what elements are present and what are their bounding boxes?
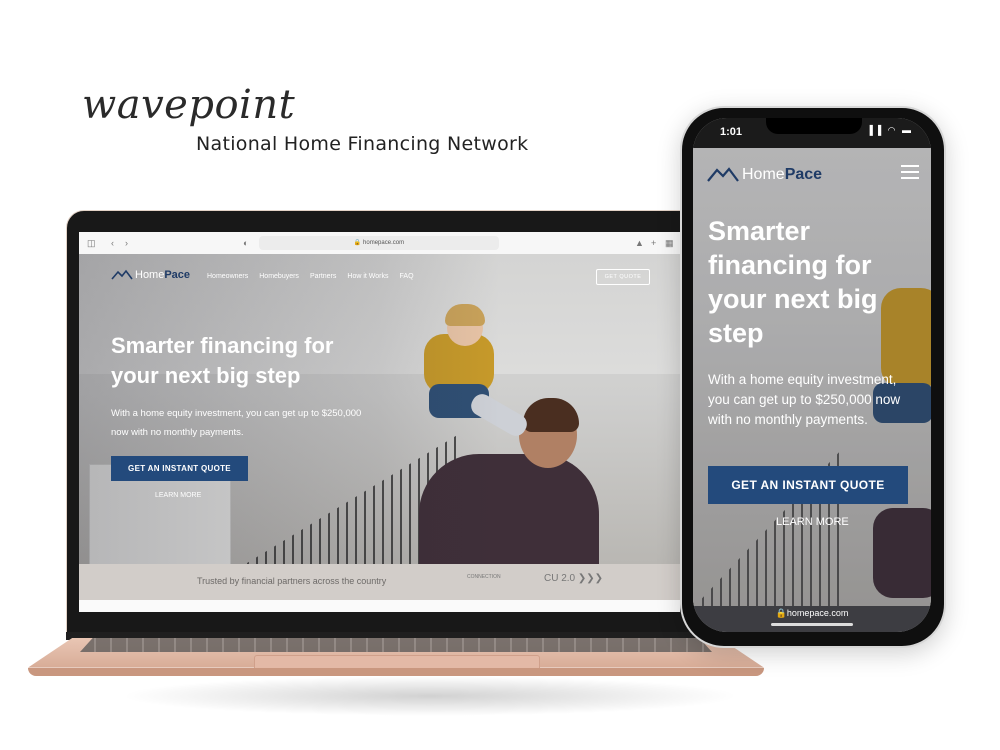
- nav-homeowners[interactable]: Homeowners: [207, 273, 248, 280]
- hero-section: HomePace Homeowners Homebuyers Partners …: [79, 254, 680, 564]
- new-tab-icon[interactable]: +: [651, 237, 656, 249]
- nav-links: Homeowners Homebuyers Partners How it Wo…: [207, 273, 414, 280]
- nav-homebuyers[interactable]: Homebuyers: [259, 273, 299, 280]
- phone-hero-headline: Smarter financing for your next big step: [708, 216, 878, 348]
- phone-logo-pace: Pace: [784, 166, 823, 183]
- phone-time: 1:01: [720, 126, 743, 138]
- trust-bar: Trusted by financial partners across the…: [79, 564, 680, 600]
- laptop-shadow: [120, 676, 740, 716]
- home-indicator[interactable]: [771, 623, 853, 626]
- site-nav: HomePace Homeowners Homebuyers Partners …: [79, 254, 680, 294]
- phone-status-bar: 1:01 ▐▐ ◠ ▬: [693, 118, 931, 148]
- trust-text: Trusted by financial partners across the…: [197, 576, 387, 586]
- phone-site-nav: HomePace: [693, 148, 931, 202]
- phone-instant-quote-button[interactable]: GET AN INSTANT QUOTE: [708, 466, 908, 504]
- partner-logo-cu20: CU 2.0 ❯❯❯: [544, 573, 604, 584]
- tabs-icon[interactable]: ▦: [665, 237, 674, 249]
- forward-arrow-icon[interactable]: ›: [125, 237, 128, 249]
- laptop-keyboard: [80, 638, 712, 652]
- instant-quote-button[interactable]: GET AN INSTANT QUOTE: [111, 456, 248, 481]
- get-quote-button[interactable]: GET QUOTE: [596, 269, 650, 285]
- phone-homepace-logo[interactable]: HomePace: [707, 166, 822, 184]
- url-bar[interactable]: 🔒 homepace.com: [259, 236, 499, 250]
- homepace-logo[interactable]: HomePace: [111, 269, 190, 281]
- logo-pace: Pace: [164, 269, 191, 281]
- partner-logo-connection: CONNECTION: [467, 574, 501, 580]
- hamburger-menu-icon[interactable]: [901, 165, 919, 179]
- roof-logo-icon: [111, 269, 133, 280]
- hero-subtext: With a home equity investment, you can g…: [111, 408, 362, 438]
- sidebar-icon[interactable]: ◫: [87, 237, 96, 249]
- nav-how-it-works[interactable]: How it Works: [347, 273, 388, 280]
- laptop-screen: ◫ ‹ › ◐ 🔒 homepace.com ▲ + ▦ HomePace Ho…: [79, 232, 680, 612]
- roof-logo-icon: [707, 167, 739, 182]
- nav-partners[interactable]: Partners: [310, 273, 336, 280]
- share-icon[interactable]: ▲: [635, 237, 644, 249]
- phone-logo-home: Home: [742, 166, 785, 183]
- wavepoint-logo: wavepoint: [82, 82, 296, 128]
- phone-screen: 1:01 ▐▐ ◠ ▬ HomePace Smarter financing f…: [693, 118, 931, 632]
- phone-hero-subtext: With a home equity investment, you can g…: [708, 372, 901, 427]
- url-text: homepace.com: [363, 240, 405, 246]
- laptop-base-edge: [28, 668, 764, 676]
- dynamic-island: [766, 118, 862, 134]
- learn-more-link[interactable]: LEARN MORE: [155, 492, 201, 499]
- brand-tagline: National Home Financing Network: [196, 133, 529, 155]
- back-arrow-icon[interactable]: ‹: [111, 237, 114, 249]
- shield-icon: ◐: [243, 238, 249, 248]
- phone-hero-section: HomePace Smarter financing for your next…: [693, 148, 931, 606]
- hero-headline: Smarter financing for your next big step: [111, 333, 334, 388]
- nav-faq[interactable]: FAQ: [400, 273, 414, 280]
- phone-address-bar: 🔒homepace.com: [693, 606, 931, 632]
- phone-url-text: homepace.com: [786, 608, 849, 618]
- page-below-fold: [79, 600, 680, 612]
- logo-home: Home: [135, 269, 165, 281]
- phone-url[interactable]: 🔒homepace.com: [693, 608, 931, 619]
- phone-learn-more-link[interactable]: LEARN MORE: [776, 516, 849, 528]
- status-icons: ▐▐ ◠ ▬: [866, 125, 913, 135]
- browser-toolbar: ◫ ‹ › ◐ 🔒 homepace.com ▲ + ▦: [79, 232, 680, 255]
